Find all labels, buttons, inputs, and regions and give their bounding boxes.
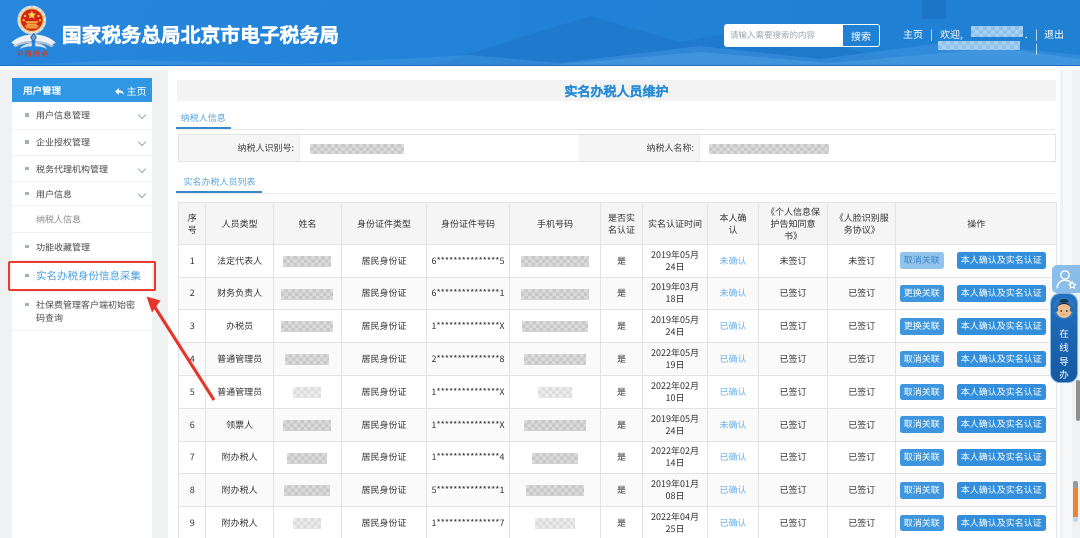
svg-text:中国税务: 中国税务 <box>16 48 50 58</box>
